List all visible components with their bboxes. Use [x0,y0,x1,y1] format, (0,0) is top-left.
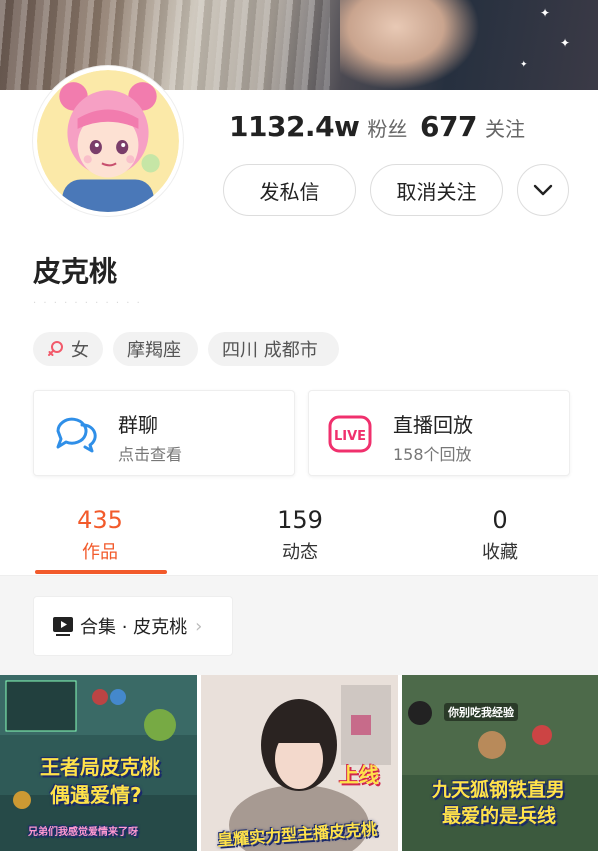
cover-figure [340,0,480,90]
video-overlay-text: 你别吃我经验 [444,703,518,721]
following-stat[interactable]: 677 关注 [420,110,525,143]
gender-tag: 女 [33,332,103,366]
cover-bookshelf [0,0,330,90]
location-tag: 四川 成都市 [208,332,339,366]
female-icon [48,341,63,356]
live-replay-sub: 158个回放 [393,445,472,464]
live-replay-card[interactable]: LIVE 直播回放 158个回放 [308,390,570,476]
following-label: 关注 [484,117,525,141]
chevron-down-icon [533,184,553,196]
video-subcaption: 兄弟们我感觉爱情来了呀 [28,827,138,838]
live-icon-text: LIVE [334,429,366,444]
video-caption: 最爱的是兵线 [442,805,557,827]
more-button[interactable] [517,164,569,216]
collection-button[interactable]: 合集 · 皮克桃 › [33,596,233,656]
gender-label: 女 [71,340,89,361]
tab-favorites-count: 0 [492,506,508,534]
profile-name: 皮克桃 [33,255,118,288]
live-icon: LIVE [328,415,372,453]
tab-moments[interactable]: 159 动态 [200,506,400,564]
tab-moments-count: 159 [277,506,323,534]
sparkle-icon: ✦ [560,36,571,50]
tab-favorites-label: 收藏 [482,542,518,563]
video-caption: 上线 [339,763,379,787]
zodiac-tag: 摩羯座 [113,332,198,366]
video-thumbnail[interactable]: 上线 皇耀实力型主播皮克桃 [201,675,398,851]
send-message-button[interactable]: 发私信 [223,164,356,216]
collection-label: 合集 · 皮克桃 [80,617,188,638]
group-chat-title: 群聊 [118,413,158,437]
chat-bubbles-icon [56,417,97,453]
followers-stat[interactable]: 1132.4w 粉丝 [229,110,407,143]
live-replay-title: 直播回放 [393,413,473,437]
sparkle-icon: ✦ [540,6,551,20]
tab-works[interactable]: 435 作品 [0,506,200,564]
followers-count: 1132.4w [229,110,360,143]
group-chat-card[interactable]: 群聊 点击查看 [33,390,295,476]
sparkle-icon: ✦ [520,60,528,70]
video-thumbnail[interactable]: 王者局皮克桃 偶遇爱情? 兄弟们我感觉爱情来了呀 [0,675,197,851]
active-tab-indicator [35,570,167,574]
content-tabs: 435 作品 159 动态 0 收藏 [0,498,598,576]
tab-works-count: 435 [77,506,123,534]
tab-works-label: 作品 [82,542,118,563]
video-caption: 九天狐钢铁直男 [432,779,566,801]
video-caption: 偶遇爱情? [50,783,142,807]
group-chat-sub: 点击查看 [118,445,183,464]
followers-label: 粉丝 [367,117,408,141]
following-count: 677 [420,110,477,143]
unfollow-button[interactable]: 取消关注 [370,164,503,216]
playlist-icon [53,617,73,636]
tab-moments-label: 动态 [282,542,318,563]
chevron-right-icon: › [195,615,203,637]
signature-faint: · · · · · · · · · · · [33,298,142,308]
avatar-illustration [37,70,179,212]
tab-favorites[interactable]: 0 收藏 [400,506,598,564]
video-thumbnail[interactable]: 你别吃我经验 九天狐钢铁直男 最爱的是兵线 [402,675,598,851]
avatar[interactable] [33,66,183,216]
video-caption: 王者局皮克桃 [40,755,160,779]
